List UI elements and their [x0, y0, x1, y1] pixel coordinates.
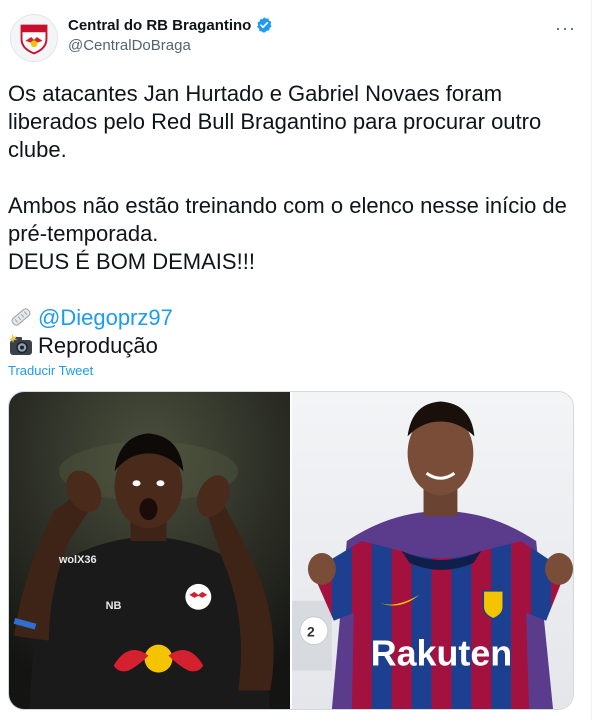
tweet-header: Central do RB Bragantino @CentralDoBraga… — [8, 14, 584, 64]
media-grid: wolX36 NB 2 Rakuten — [8, 391, 574, 710]
tweet-paragraph-2: Ambos não estão treinando com o elenco n… — [8, 193, 567, 246]
more-options-icon[interactable]: ··· — [555, 18, 576, 39]
verified-badge-icon — [257, 17, 272, 33]
tweet-text: Os atacantes Jan Hurtado e Gabriel Novae… — [8, 80, 578, 360]
photo-credit-text: Reprodução — [38, 333, 158, 358]
photo-credit-line: Reprodução — [8, 332, 578, 360]
account-handle[interactable]: @CentralDoBraga — [68, 37, 273, 54]
avatar[interactable] — [10, 14, 58, 62]
photo-right-image: 2 Rakuten — [292, 392, 573, 709]
player-in-black-kit-photo[interactable]: wolX36 NB — [9, 392, 290, 709]
svg-text:NB: NB — [106, 600, 122, 612]
bragantino-crest-icon — [11, 15, 57, 61]
tweet-exclamation: DEUS É BOM DEMAIS!!! — [8, 249, 255, 274]
player-holding-barcelona-shirt-photo[interactable]: 2 Rakuten — [292, 392, 573, 709]
tweet-card: Central do RB Bragantino @CentralDoBraga… — [0, 0, 592, 720]
svg-text:2: 2 — [307, 624, 315, 640]
shirt-sponsor-text: Rakuten — [371, 634, 512, 674]
camera-flash-icon — [9, 334, 32, 355]
translate-tweet-link[interactable]: Traducir Tweet — [8, 363, 93, 378]
svg-text:wolX36: wolX36 — [58, 554, 97, 566]
credit-line: @Diegoprz97 — [8, 304, 578, 332]
newspaper-icon — [11, 308, 31, 326]
display-name[interactable]: Central do RB Bragantino — [68, 17, 251, 34]
tweet-paragraph-1: Os atacantes Jan Hurtado e Gabriel Novae… — [8, 81, 542, 162]
credit-mention-link[interactable]: @Diegoprz97 — [38, 305, 173, 330]
photo-left-image: wolX36 NB — [9, 392, 290, 709]
author-names: Central do RB Bragantino @CentralDoBraga — [68, 16, 273, 54]
